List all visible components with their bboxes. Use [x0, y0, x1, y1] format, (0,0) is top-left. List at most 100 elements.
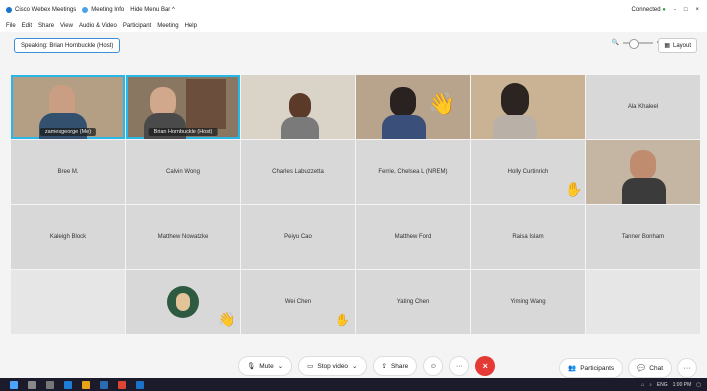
participant-tile[interactable]: Bree M. [11, 140, 125, 204]
title-bar: Cisco Webex Meetings Meeting Info Hide M… [0, 0, 707, 21]
menu-participant[interactable]: Participant [123, 23, 151, 29]
participant-tile[interactable]: Matthew Ford [356, 205, 470, 269]
file-explorer-icon[interactable] [82, 380, 90, 389]
video-tile-host[interactable]: Brian Hornbuckle (Host) [126, 75, 240, 139]
volume-icon[interactable]: ♪ [649, 382, 652, 388]
close-button[interactable]: × [695, 7, 699, 13]
zoom-slider-knob[interactable] [628, 38, 639, 49]
raised-hand-icon: 👋 [218, 311, 236, 327]
outlook-icon[interactable] [100, 380, 108, 389]
participant-tile[interactable]: Yating Chen [356, 270, 470, 334]
participant-name: Yiming Wang [510, 299, 546, 305]
connected-dot-icon: ● [662, 7, 666, 13]
video-tile-participant[interactable] [241, 75, 355, 139]
language-indicator[interactable]: ENG [657, 382, 668, 388]
connection-status: Connected ● [631, 7, 666, 13]
webex-logo-icon [6, 7, 12, 13]
clock[interactable]: 1:00 PM [673, 382, 692, 388]
participant-video [390, 87, 416, 117]
edge-icon[interactable] [64, 380, 72, 389]
video-grid: zamesgeorge (Me) Brian Hornbuckle (Host)… [11, 75, 703, 335]
menu-bar: File Edit Share View Audio & Video Parti… [0, 20, 707, 32]
participant-video [630, 150, 656, 180]
chevron-down-icon[interactable]: ⌄ [278, 362, 283, 370]
participant-tile[interactable]: Matthew Nowatzke [126, 205, 240, 269]
speaking-indicator: Speaking: Brian Hornbuckle (Host) [14, 38, 121, 53]
menu-meeting[interactable]: Meeting [157, 23, 178, 29]
chat-icon: 💬 [637, 365, 646, 372]
camera-icon: ▭ [307, 363, 314, 370]
maximize-button[interactable]: □ [684, 7, 688, 13]
participant-name: Ala Khaleel [627, 104, 659, 110]
participant-tile[interactable]: 👋 [126, 270, 240, 334]
chevron-down-icon[interactable]: ⌄ [352, 362, 357, 370]
participant-name: Peiyu Cao [284, 234, 312, 240]
menu-audio-video[interactable]: Audio & Video [79, 23, 117, 29]
zoom-out-icon[interactable]: 🔍 [611, 39, 618, 46]
zoom-slider[interactable] [622, 38, 653, 49]
zoom-control[interactable]: 🔍 ⊕ [611, 38, 662, 49]
mute-button[interactable]: 🎙 Mute ⌄ [238, 356, 293, 376]
participant-tile[interactable]: Calvin Wong [126, 140, 240, 204]
participant-body [622, 178, 666, 204]
video-tile-participant[interactable] [586, 140, 700, 204]
hide-menu-bar-button[interactable]: Hide Menu Bar ^ [130, 7, 175, 13]
share-button[interactable]: ⇪ Share [372, 356, 418, 376]
raised-hand-icon: ✋ [335, 313, 350, 327]
search-icon[interactable] [28, 380, 36, 389]
participant-tile[interactable]: Peiyu Cao [241, 205, 355, 269]
video-tile-participant[interactable]: 👋 [356, 75, 470, 139]
windows-start-icon[interactable] [10, 380, 18, 389]
ellipsis-icon: ··· [683, 364, 691, 372]
wifi-icon[interactable]: ⌂ [641, 382, 644, 388]
participant-tile[interactable]: Yiming Wang [471, 270, 585, 334]
avatar-face [176, 293, 190, 311]
notification-icon[interactable]: ▢ [696, 382, 701, 388]
empty-tile [586, 270, 700, 334]
participant-tile[interactable]: Charles Labuzzetta [241, 140, 355, 204]
menu-file[interactable]: File [6, 23, 16, 29]
participant-tile[interactable]: Raisa Islam [471, 205, 585, 269]
participant-tile[interactable]: Holly Curtinrich ✋ [471, 140, 585, 204]
leave-meeting-button[interactable]: × [475, 356, 496, 376]
participant-name: Yating Chen [396, 299, 430, 305]
stop-video-button[interactable]: ▭ Stop video ⌄ [298, 356, 367, 376]
participant-tile[interactable]: Kaleigh Block [11, 205, 125, 269]
meeting-info-tab[interactable]: Meeting Info [82, 7, 124, 13]
participant-body [493, 115, 537, 139]
reactions-button[interactable]: ☺ [423, 356, 444, 376]
participant-body [382, 115, 426, 139]
participant-tile[interactable]: Ferrie, Chelsea L (NREM) [356, 140, 470, 204]
participant-name: Kaleigh Block [49, 234, 87, 240]
participants-button[interactable]: 👥 Participants [559, 358, 624, 378]
webex-taskbar-icon[interactable] [136, 380, 144, 389]
empty-tile [11, 270, 125, 334]
menu-help[interactable]: Help [185, 23, 197, 29]
video-tile-self[interactable]: zamesgeorge (Me) [11, 75, 125, 139]
menu-share[interactable]: Share [38, 23, 54, 29]
participant-video [501, 83, 529, 117]
more-panels-button[interactable]: ··· [677, 358, 697, 378]
more-options-button[interactable]: ··· [449, 356, 470, 376]
minimize-button[interactable]: - [674, 7, 676, 13]
participant-name: Matthew Nowatzke [157, 234, 209, 240]
participant-tile[interactable]: Ala Khaleel [586, 75, 700, 139]
panel-controls: 👥 Participants 💬 Chat ··· [559, 358, 697, 378]
grid-icon: ▦ [664, 43, 670, 49]
task-view-icon[interactable] [46, 380, 54, 389]
raised-hand-icon: 👋 [428, 91, 456, 116]
chat-button[interactable]: 💬 Chat [628, 358, 672, 378]
participant-body [281, 117, 319, 139]
layout-button[interactable]: ▦ Layout [658, 38, 697, 53]
microphone-icon: 🎙 [247, 363, 256, 370]
smiley-icon: ☺ [429, 362, 437, 370]
chrome-icon[interactable] [118, 380, 126, 389]
participants-icon: 👥 [568, 365, 577, 372]
bookshelf [186, 79, 226, 129]
video-tile-participant[interactable] [471, 75, 585, 139]
menu-edit[interactable]: Edit [22, 23, 32, 29]
menu-view[interactable]: View [60, 23, 73, 29]
participant-tile[interactable]: Tanner Bonham [586, 205, 700, 269]
participant-tile[interactable]: Wei Chen ✋ [241, 270, 355, 334]
info-icon [82, 7, 89, 13]
